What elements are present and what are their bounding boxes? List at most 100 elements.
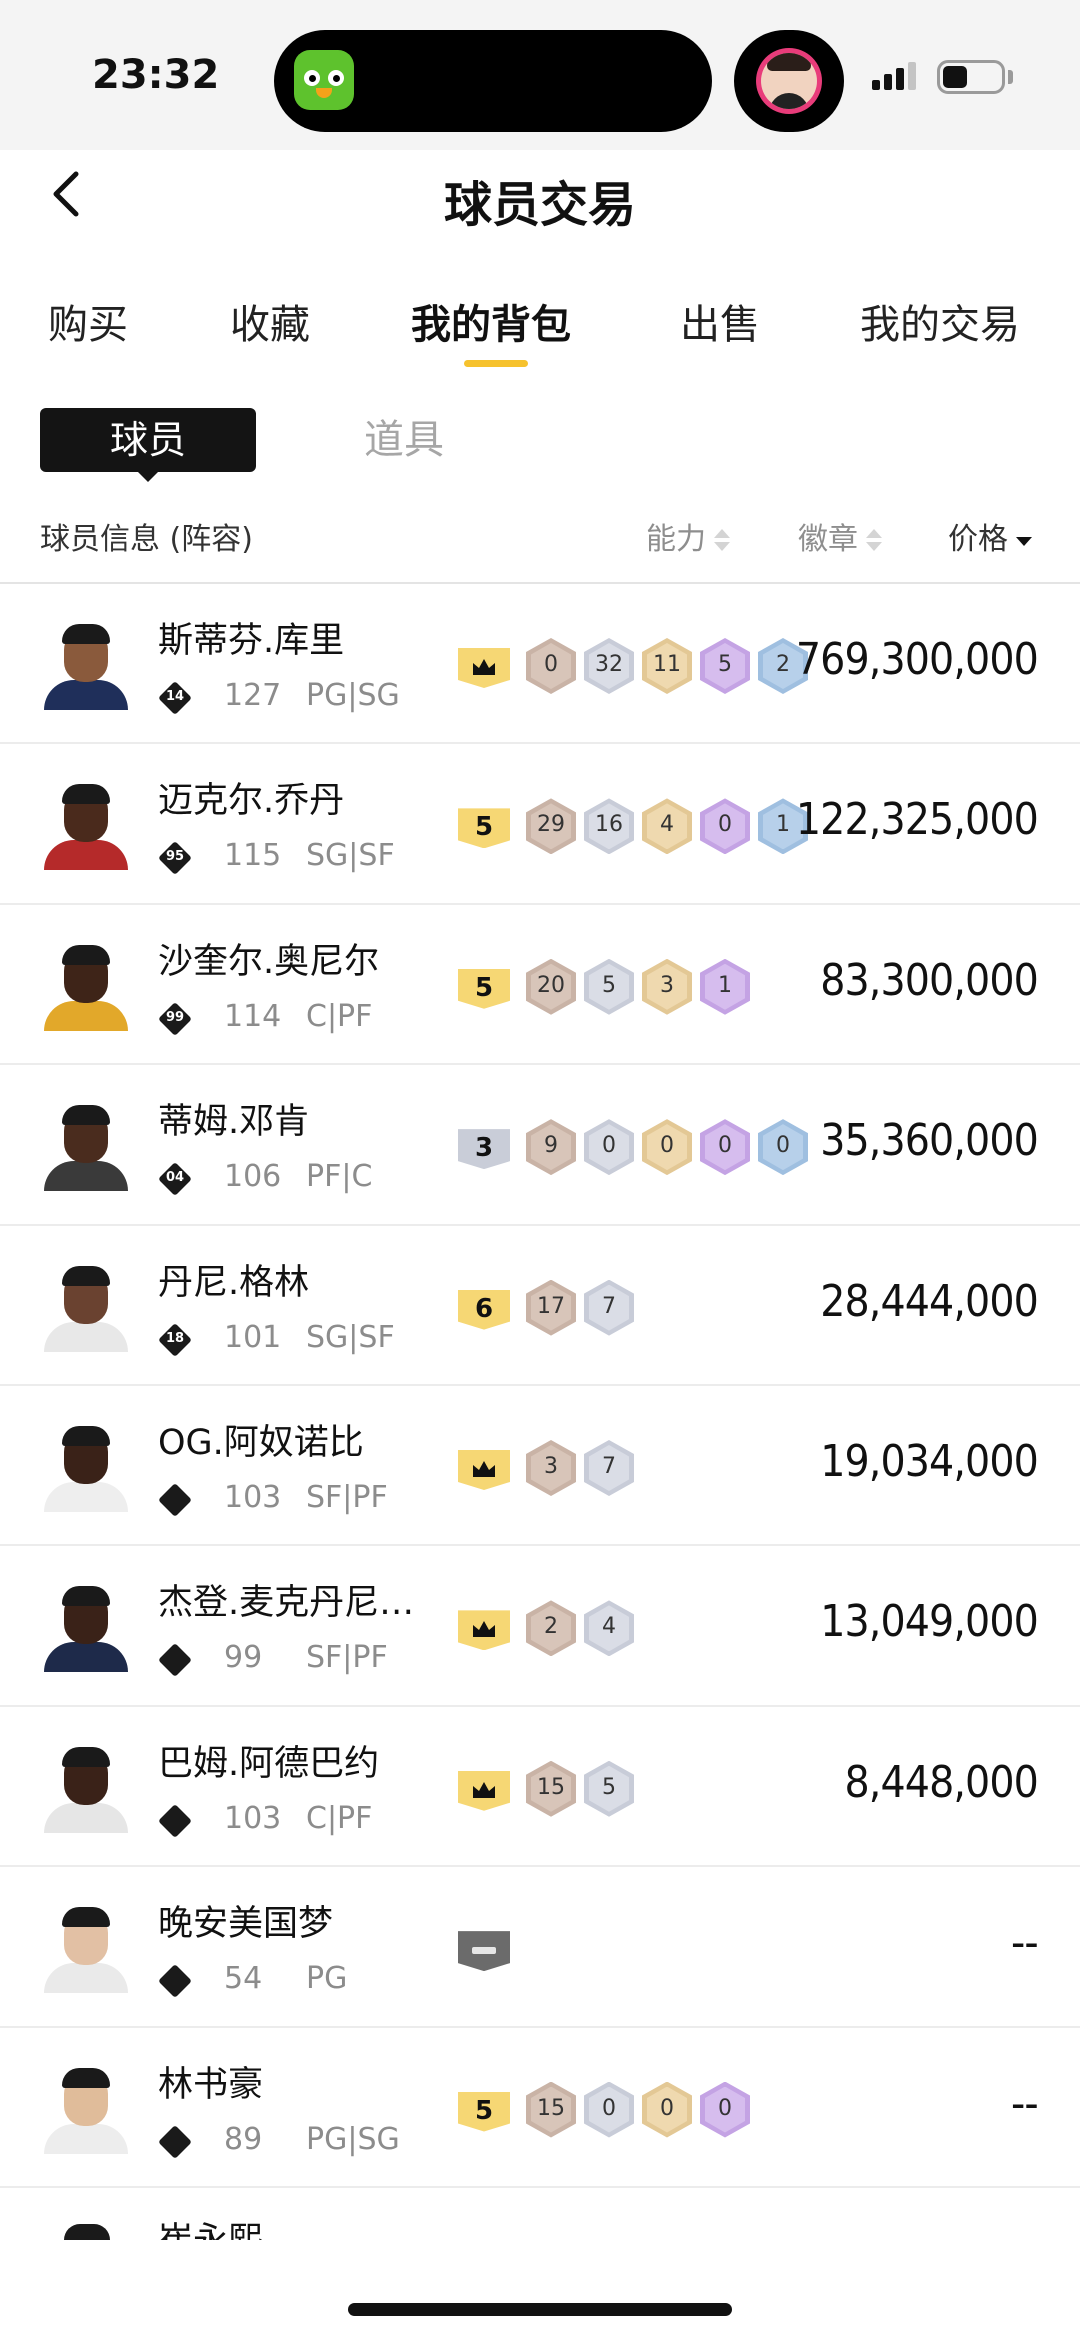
tab-sell[interactable]: 出售 — [680, 292, 760, 350]
lineup-rank-icon — [158, 1964, 192, 1999]
tab-favorites[interactable]: 收藏 — [230, 292, 310, 350]
player-price: 8,448,000 — [844, 1756, 1039, 1808]
player-price: 28,444,000 — [820, 1275, 1039, 1327]
badge-count-icon: 0 — [526, 638, 576, 694]
player-price: 122,325,000 — [795, 794, 1039, 846]
badge-count-icon: 15 — [526, 1760, 576, 1817]
player-name: 崔永熙 — [158, 2212, 263, 2240]
badge-count-icon: 4 — [642, 798, 692, 855]
player-row[interactable]: 丹尼.格林 18 101 SG|SF 6 17 7 28,444,000 — [0, 1226, 1080, 1386]
badge-count-icon: 0 — [642, 1119, 692, 1176]
player-avatar — [40, 1420, 132, 1512]
segment-items[interactable]: 道具 — [364, 408, 444, 472]
lineup-rank-icon: 14 — [158, 681, 192, 715]
player-price: 83,300,000 — [820, 954, 1039, 1006]
badge-count-icon: 0 — [758, 1119, 808, 1176]
duolingo-app-icon — [294, 50, 354, 110]
player-ovr: 103 — [224, 1479, 282, 1515]
badge-count-icon: 1 — [700, 958, 750, 1015]
player-ovr: 54 — [224, 1961, 263, 1997]
badge-count-icon: 0 — [700, 2081, 750, 2138]
column-player-info: 球员信息 (阵容) — [40, 522, 253, 557]
home-indicator[interactable] — [348, 2303, 732, 2316]
player-avatar — [40, 2062, 132, 2154]
badge-count-icon: 7 — [584, 1439, 634, 1496]
player-row[interactable]: 斯蒂芬.库里 14 127 PG|SG 0 32 11 5 2 769,300,000 — [0, 584, 1080, 745]
player-name: OG.阿奴诺比 — [158, 1422, 364, 1463]
player-name: 林书豪 — [158, 2064, 264, 2105]
battery-icon — [937, 60, 1005, 94]
status-time: 23:32 — [92, 52, 220, 98]
player-price: -- — [1011, 2077, 1039, 2129]
lineup-rank-icon: 04 — [158, 1162, 192, 1197]
player-price: -- — [1011, 1917, 1039, 1969]
player-name: 丹尼.格林 — [158, 1262, 310, 1303]
player-price: 769,300,000 — [795, 634, 1039, 685]
tier-crown-icon — [458, 648, 510, 688]
segment-players[interactable]: 球员 — [40, 408, 256, 482]
sort-desc-icon — [1016, 527, 1032, 555]
player-row[interactable]: 杰登.麦克丹尼… 99 SF|PF 2 4 13,049,000 — [0, 1546, 1080, 1707]
lineup-rank-icon: 99 — [158, 1001, 192, 1036]
player-ovr: 114 — [224, 998, 282, 1034]
tier-crown-icon — [458, 1770, 510, 1811]
player-avatar — [40, 939, 132, 1031]
player-row[interactable]: 沙奎尔.奥尼尔 99 114 C|PF 5 20 5 3 1 83,300,000 — [0, 905, 1080, 1066]
player-row[interactable]: 晚安美国梦 54 PG -- — [0, 1867, 1080, 2028]
badge-count-icon: 32 — [584, 638, 634, 694]
player-row[interactable]: 巴姆.阿德巴约 103 C|PF 15 5 8,448,000 — [0, 1707, 1080, 1868]
badge-count-icon: 3 — [526, 1439, 576, 1496]
badge-count-icon: 3 — [642, 958, 692, 1015]
tier-empty-icon — [458, 1931, 510, 1972]
player-name: 沙奎尔.奥尼尔 — [158, 941, 380, 982]
badge-count-icon: 29 — [526, 798, 576, 855]
player-name: 晚安美国梦 — [158, 1904, 334, 1945]
lineup-rank-icon: 95 — [158, 841, 192, 876]
badge-count-icon: 7 — [584, 1279, 634, 1336]
badge-count-icon: 5 — [700, 638, 750, 694]
badge-count-icon: 0 — [700, 798, 750, 855]
player-name: 迈克尔.乔丹 — [158, 781, 345, 822]
tab-buy[interactable]: 购买 — [48, 292, 128, 350]
column-badges-sort[interactable]: 徽章 — [798, 514, 882, 558]
player-ovr: 103 — [224, 1800, 282, 1836]
column-price-label: 价格 — [948, 522, 1008, 557]
tab-my-backpack[interactable]: 我的背包 — [411, 292, 571, 350]
tier-level-badge: 5 — [458, 968, 510, 1009]
tier-crown-icon — [458, 1610, 510, 1651]
sort-arrows-icon — [866, 527, 882, 555]
player-avatar — [40, 618, 132, 710]
badge-count-icon: 0 — [584, 1119, 634, 1176]
badge-count-icon: 4 — [584, 1600, 634, 1657]
column-price-sort[interactable]: 价格 — [948, 514, 1032, 558]
player-row[interactable]: 蒂姆.邓肯 04 106 PF|C 3 9 0 0 0 0 35,360,000 — [0, 1065, 1080, 1226]
player-list: 斯蒂芬.库里 14 127 PG|SG 0 32 11 5 2 769,300,000 迈克尔.乔丹… — [0, 584, 1080, 2188]
player-ovr: 101 — [224, 1319, 282, 1355]
page-title: 球员交易 — [443, 177, 636, 233]
status-bar: 23:32 — [0, 0, 1080, 150]
badge-count-icon: 5 — [584, 958, 634, 1015]
sort-arrows-icon — [714, 527, 730, 555]
player-position: C|PF — [306, 998, 373, 1034]
player-row[interactable]: 林书豪 89 PG|SG 5 15 0 0 0 -- — [0, 2028, 1080, 2188]
column-ability-sort[interactable]: 能力 — [646, 514, 730, 558]
dynamic-island[interactable] — [274, 30, 712, 132]
active-tab-indicator — [464, 360, 528, 367]
player-position: SF|PF — [306, 1640, 388, 1676]
lineup-rank-icon: 18 — [158, 1322, 192, 1357]
tab-my-trades[interactable]: 我的交易 — [860, 292, 1020, 350]
badge-count-icon: 20 — [526, 958, 576, 1015]
user-avatar-icon[interactable] — [734, 30, 844, 132]
player-avatar — [40, 1260, 132, 1352]
player-position: PG|SG — [306, 2121, 400, 2157]
player-avatar — [40, 1741, 132, 1833]
lineup-rank-icon — [158, 2124, 192, 2159]
player-row[interactable]: OG.阿奴诺比 103 SF|PF 3 7 19,034,000 — [0, 1386, 1080, 1547]
player-row[interactable]: 迈克尔.乔丹 95 115 SG|SF 5 29 16 4 0 1 122,325,000 — [0, 744, 1080, 905]
badge-count-icon: 17 — [526, 1279, 576, 1336]
player-ovr: 106 — [224, 1159, 282, 1195]
player-name: 斯蒂芬.库里 — [158, 621, 345, 661]
player-name: 蒂姆.邓肯 — [158, 1102, 310, 1143]
player-position: PG — [306, 1961, 348, 1997]
lineup-rank-icon — [158, 1643, 192, 1678]
